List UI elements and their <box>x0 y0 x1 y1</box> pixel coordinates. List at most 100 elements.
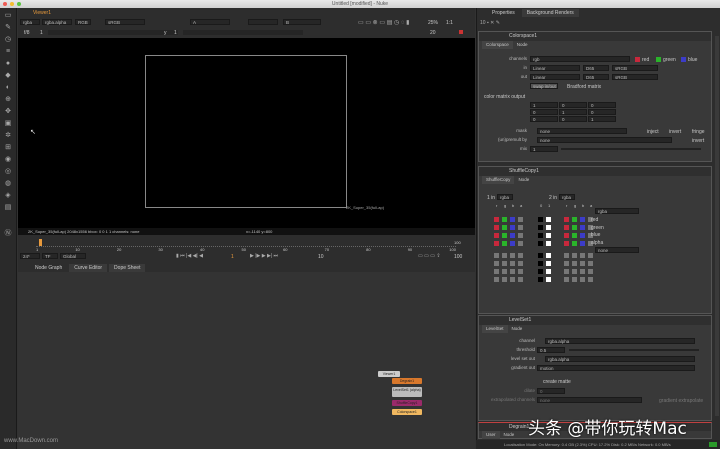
create-matte-checkbox[interactable]: create matte <box>543 379 571 385</box>
premult-dropdown[interactable]: none <box>537 137 672 143</box>
shuffle-cell[interactable] <box>502 277 507 282</box>
close-button[interactable] <box>3 2 7 6</box>
shuffle-cell[interactable] <box>572 217 577 222</box>
viewer-tool-icons[interactable]: ▭ ▭ ⊗ ▭ ▤ ◷ ◌ ▮ <box>358 19 409 26</box>
matrix-cell[interactable]: 0 <box>530 109 558 115</box>
mix-field[interactable]: 1 <box>530 146 558 152</box>
shuffle-cell[interactable] <box>588 269 593 274</box>
shuffle-cell[interactable] <box>518 253 523 258</box>
shuffle-cell[interactable] <box>510 277 515 282</box>
shuffle-cell[interactable] <box>588 261 593 266</box>
tab-node[interactable]: Node <box>500 431 519 439</box>
tab-shufflecopy[interactable]: ShuffleCopy <box>482 176 515 184</box>
b-input-dropdown[interactable]: B <box>283 19 321 25</box>
shuffle-cell[interactable] <box>546 233 551 238</box>
gamma-slider[interactable] <box>183 30 303 35</box>
shuffle-cell[interactable] <box>580 241 585 246</box>
node-colorspace1[interactable]: Colorspace1 <box>392 409 422 415</box>
shuffle-cell[interactable] <box>510 261 515 266</box>
shuffle-cell[interactable] <box>502 269 507 274</box>
shuffle-cell[interactable] <box>538 241 543 246</box>
shuffle-cell[interactable] <box>494 261 499 266</box>
properties-scrollbar[interactable] <box>715 36 719 416</box>
shuffle-cell[interactable] <box>546 217 551 222</box>
lut-dropdown[interactable]: sRGB <box>105 19 145 25</box>
fps-dropdown[interactable]: 24* <box>20 253 40 259</box>
tab-colorspace[interactable]: Colorspace <box>482 41 513 49</box>
threshold-field[interactable]: 0.5 <box>537 347 565 353</box>
shuffle-cell[interactable] <box>538 225 543 230</box>
color-tool-icon[interactable]: ● <box>4 60 12 68</box>
shuffle-cell[interactable] <box>580 233 585 238</box>
shuffle-cell[interactable] <box>518 261 523 266</box>
shuffle-cell[interactable] <box>546 261 551 266</box>
shuffle-cell[interactable] <box>580 261 585 266</box>
range-icons[interactable]: ▭ ▭ ▭ ⇪ <box>418 253 441 259</box>
shuffle-cell[interactable] <box>538 261 543 266</box>
views-tool-icon[interactable]: ✲ <box>4 132 12 140</box>
out-colorspace-dropdown[interactable]: Linear <box>530 74 580 80</box>
shuffle-cell[interactable] <box>494 269 499 274</box>
swap-button[interactable]: swap in/out <box>530 83 558 89</box>
matrix-cell[interactable]: 0 <box>588 102 616 108</box>
gradient-out-dropdown[interactable]: motion <box>537 365 695 371</box>
tab-node-graph[interactable]: Node Graph <box>30 264 68 272</box>
matrix-cell[interactable]: 1 <box>530 102 558 108</box>
shuffle-cell[interactable] <box>502 217 507 222</box>
shuffle-cell[interactable] <box>502 253 507 258</box>
tab-user[interactable]: User <box>482 431 500 439</box>
shuffle-cell[interactable] <box>510 217 515 222</box>
shuffle-cell[interactable] <box>510 269 515 274</box>
in1-dropdown[interactable]: rgba <box>497 194 513 200</box>
shuffle-cell[interactable] <box>510 233 515 238</box>
zoom-level[interactable]: 25% <box>428 20 438 26</box>
particles-tool-icon[interactable]: ◉ <box>4 156 12 164</box>
premult-invert-checkbox[interactable]: invert <box>692 138 704 144</box>
mix-slider[interactable] <box>561 148 701 150</box>
shuffle-cell[interactable] <box>564 241 569 246</box>
current-frame[interactable]: 1 <box>231 254 234 260</box>
shuffle-cell[interactable] <box>564 253 569 258</box>
in-primaries-dropdown[interactable]: sRGB <box>612 65 658 71</box>
toolsets-icon[interactable]: ◍ <box>4 180 12 188</box>
merge-tool-icon[interactable]: ⊕ <box>4 96 12 104</box>
timeline-end[interactable]: 100 <box>454 240 461 245</box>
shuffle-cell[interactable] <box>494 225 499 230</box>
shuffle-cell[interactable] <box>572 261 577 266</box>
shuffle-cell[interactable] <box>502 241 507 246</box>
blue-checkbox[interactable] <box>681 57 686 62</box>
filter-tool-icon[interactable]: ◆ <box>4 72 12 80</box>
transform-tool-icon[interactable]: ✥ <box>4 108 12 116</box>
fringe-checkbox[interactable]: fringe <box>692 129 705 135</box>
furnace-tool-icon[interactable]: ▤ <box>4 204 12 212</box>
shuffle-cell[interactable] <box>572 233 577 238</box>
shuffle-cell[interactable] <box>518 233 523 238</box>
tab-node[interactable]: Node <box>513 41 532 49</box>
channel-tool-icon[interactable]: ≡ <box>4 48 12 56</box>
gradient-extrapolate-checkbox[interactable]: gradient extrapolate <box>659 398 703 404</box>
threshold-slider[interactable] <box>569 349 699 351</box>
step-field[interactable]: 10 <box>318 254 324 260</box>
dilate-field[interactable]: 0 <box>537 388 565 394</box>
shuffle-cell[interactable] <box>538 277 543 282</box>
shuffle-cell[interactable] <box>580 253 585 258</box>
in2-dropdown[interactable]: rgba <box>559 194 575 200</box>
gamma-value[interactable]: 1 <box>174 30 177 36</box>
draw-tool-icon[interactable]: ✎ <box>4 24 12 32</box>
green-checkbox[interactable] <box>656 57 661 62</box>
a-input-dropdown[interactable]: A <box>190 19 230 25</box>
shuffle-cell[interactable] <box>564 269 569 274</box>
node-viewer1[interactable]: Viewer1 <box>378 371 400 377</box>
out2-dropdown[interactable]: none <box>595 247 639 253</box>
keyer-tool-icon[interactable]: ◐ <box>4 84 12 92</box>
matrix-cell[interactable]: 1 <box>559 109 587 115</box>
node-levelset1[interactable]: LevelSet1 (alpha) <box>392 387 422 397</box>
timeline-ruler[interactable] <box>36 237 456 247</box>
tab-levelset[interactable]: LevelSet <box>482 325 508 333</box>
display-dropdown[interactable]: RGB <box>75 19 91 25</box>
channels-dropdown[interactable]: rgb <box>530 56 630 62</box>
tf-dropdown[interactable]: TF <box>42 253 58 259</box>
viewer-tab[interactable]: Viewer1 <box>28 9 56 17</box>
compare-dropdown[interactable] <box>248 19 278 25</box>
out-illuminant-dropdown[interactable]: D65 <box>583 74 609 80</box>
